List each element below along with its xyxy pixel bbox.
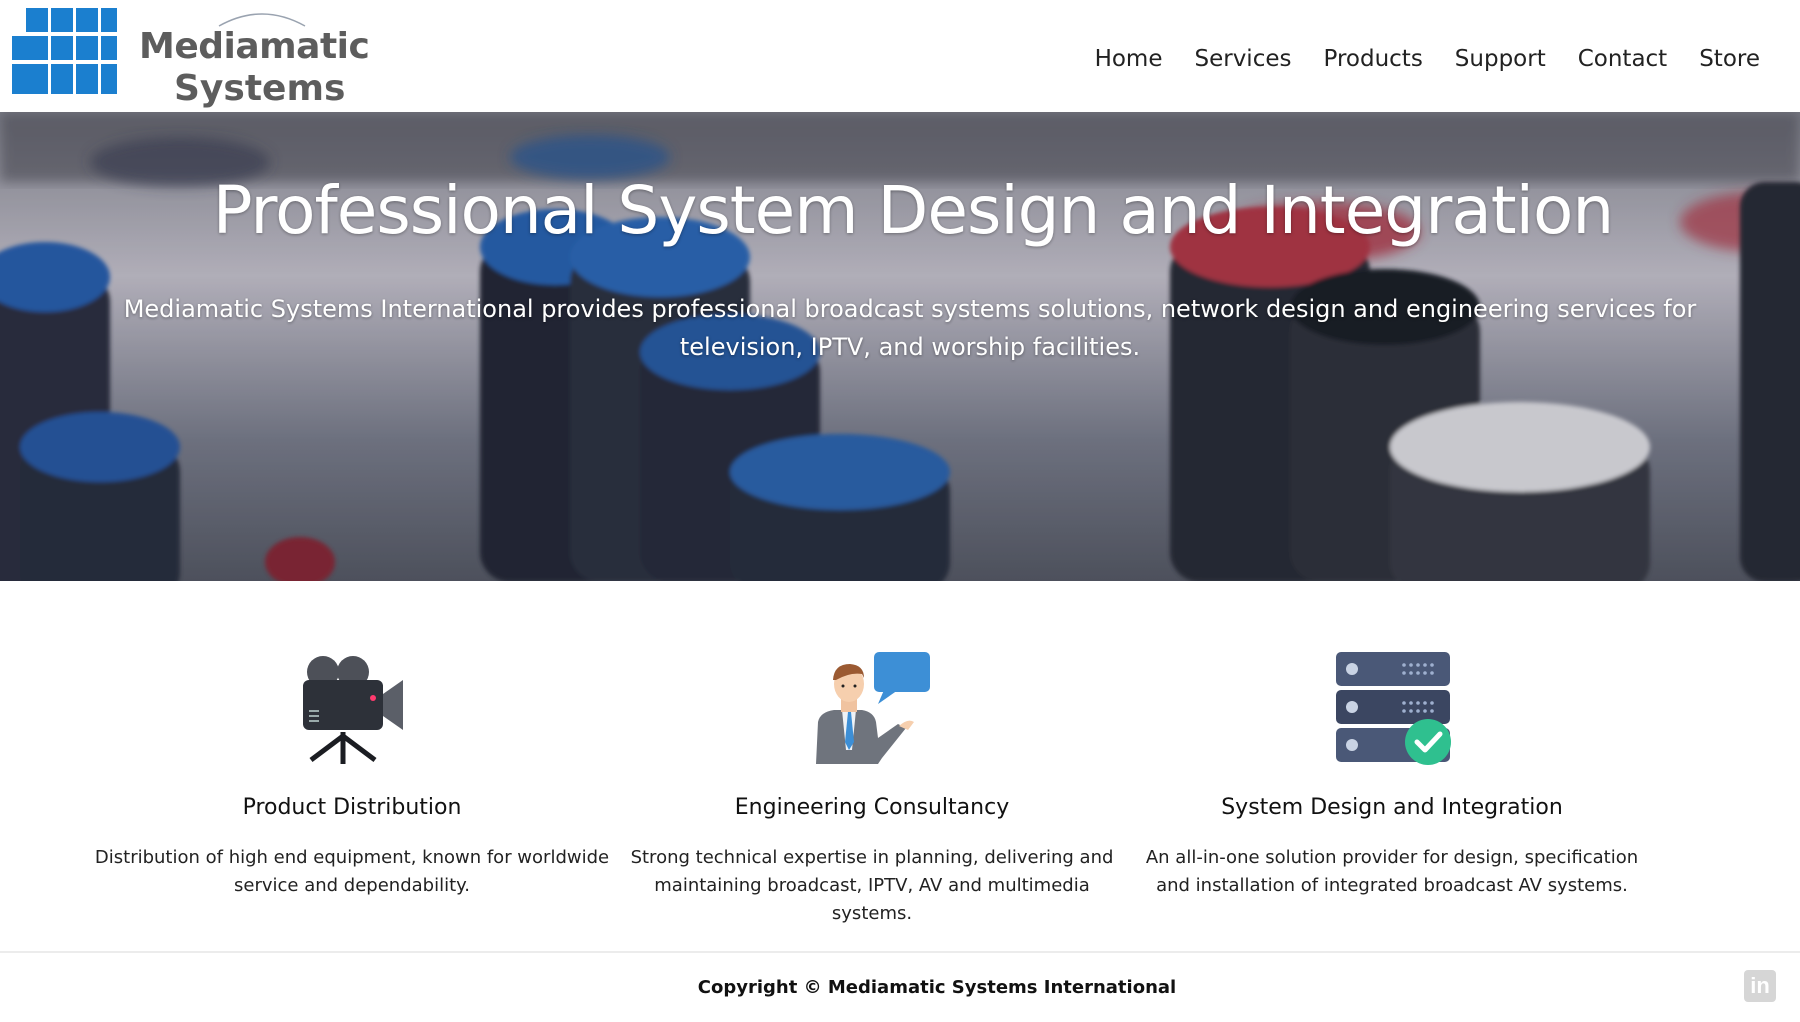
hero-subtitle: Mediamatic Systems International provide… [123,295,1697,361]
nav-products[interactable]: Products [1323,46,1422,72]
nav-store[interactable]: Store [1699,46,1760,72]
hero-title: Professional System Design and Integrati… [212,172,1614,249]
server-check-icon [1336,652,1451,765]
feature-title: System Design and Integration [1221,795,1563,820]
logo-line-2: Systems [174,68,346,109]
consultant-icon [816,652,930,764]
nav-contact[interactable]: Contact [1578,46,1667,72]
footer-divider [0,951,1800,953]
logo-grid-icon [12,8,117,94]
main-nav: Home Services Products Support Contact S… [1095,46,1760,72]
feature-title: Engineering Consultancy [734,795,1010,820]
linkedin-icon[interactable]: in [1744,970,1776,1002]
logo-text: Mediamatic Systems [139,26,370,110]
feature-system-design: System Design and Integration An all-in-… [1132,650,1652,900]
feature-product-distribution: Product Distribution Distribution of hig… [92,650,612,900]
video-camera-icon [303,656,403,764]
logo-line-1: Mediamatic [139,26,370,67]
feature-description: Strong technical expertise in planning, … [630,847,1114,924]
hero-banner: Professional System Design and Integrati… [0,112,1800,581]
nav-support[interactable]: Support [1455,46,1546,72]
feature-engineering-consultancy: Engineering Consultancy Strong technical… [612,650,1132,928]
feature-description: An all-in-one solution provider for desi… [1145,847,1639,896]
site-header: Mediamatic Systems Home Services Product… [0,0,1800,112]
logo-arc-icon [218,13,306,27]
nav-services[interactable]: Services [1194,46,1291,72]
site-logo[interactable]: Mediamatic Systems [12,8,370,109]
feature-title: Product Distribution [242,795,462,820]
footer-copyright: Copyright © Mediamatic Systems Internati… [697,977,1177,998]
nav-home[interactable]: Home [1095,46,1163,72]
feature-description: Distribution of high end equipment, know… [94,847,610,896]
